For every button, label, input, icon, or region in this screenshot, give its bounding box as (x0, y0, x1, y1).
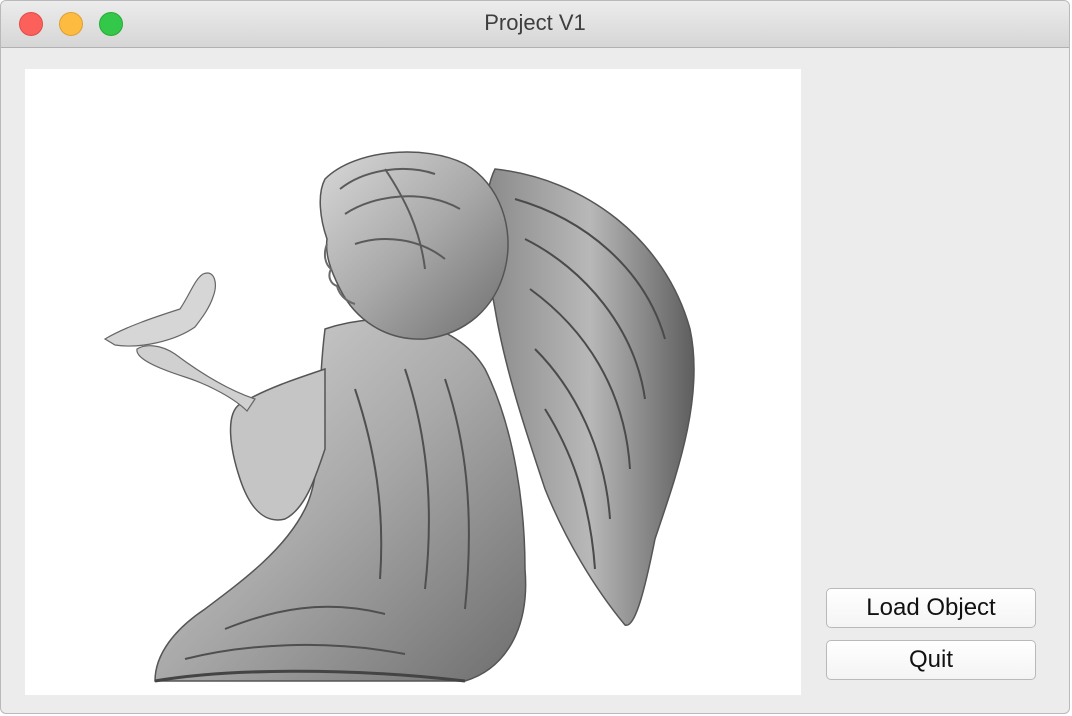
model-viewport[interactable] (25, 69, 801, 695)
app-window: Project V1 Load Object Quit (0, 0, 1070, 714)
angel-statue-shape (103, 151, 695, 683)
model-render (103, 151, 695, 683)
title-bar[interactable]: Project V1 (1, 1, 1069, 48)
load-object-button[interactable]: Load Object (826, 588, 1036, 628)
quit-button[interactable]: Quit (826, 640, 1036, 680)
window-title: Project V1 (484, 10, 586, 35)
